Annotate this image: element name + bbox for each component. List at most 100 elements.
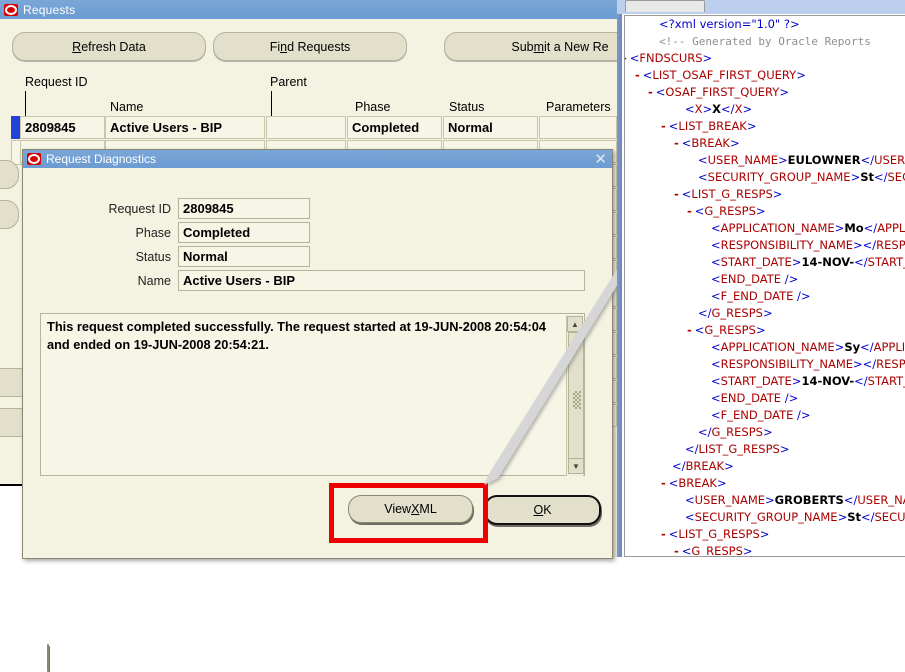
xml-text: < — [685, 493, 695, 507]
xml-tag-name: USER_NAME — [708, 153, 778, 167]
xml-line: </LIST_G_RESPS> — [625, 441, 905, 458]
status-label: Status — [51, 250, 171, 264]
xml-text: > — [838, 510, 848, 524]
cell-name[interactable]: Active Users - BIP — [105, 116, 265, 139]
collapse-toggle-icon[interactable]: - — [687, 204, 692, 218]
close-icon[interactable]: ✕ — [594, 151, 607, 167]
xml-text: /> — [781, 391, 798, 405]
xml-text: < — [630, 51, 640, 65]
form-bottom-edge — [0, 484, 22, 486]
xml-text: < — [669, 527, 679, 541]
collapse-toggle-icon[interactable]: - — [661, 476, 666, 490]
xml-text: > — [724, 459, 734, 473]
xml-tag-name: BREAK — [691, 136, 730, 150]
xml-value: Mo — [844, 221, 863, 235]
submit-label-post: it a New Re — [544, 40, 609, 54]
collapse-toggle-icon[interactable]: - — [624, 51, 627, 65]
xml-tag-name: APPLICATION_NAME — [721, 221, 835, 235]
xml-comment: <!-- Generated by Oracle Reports — [659, 35, 871, 48]
xml-text: > — [853, 238, 863, 252]
xml-text: </ — [698, 425, 712, 439]
collapse-toggle-icon[interactable]: - — [687, 323, 692, 337]
xml-text: > — [703, 51, 713, 65]
xml-tag-name: G_RESPS — [712, 306, 763, 320]
collapse-toggle-icon[interactable]: - — [648, 85, 653, 99]
collapse-toggle-icon[interactable]: - — [674, 544, 679, 557]
xml-value: 14-NOV- — [801, 374, 854, 388]
cell-parameters[interactable] — [539, 116, 617, 139]
xml-line: </G_RESPS> — [625, 305, 905, 322]
xml-line: <END_DATE /> — [625, 271, 905, 288]
browser-tab[interactable] — [625, 0, 705, 12]
requests-titlebar: Requests — [0, 0, 617, 19]
xml-text: > — [717, 476, 727, 490]
requests-window-title: Requests — [23, 3, 75, 17]
xml-text: </ — [698, 306, 712, 320]
xml-line: <?xml version="1.0" ?> — [625, 16, 905, 33]
xml-text: > — [835, 340, 845, 354]
refresh-data-button[interactable]: Refresh Data — [12, 32, 206, 61]
xml-text: < — [682, 544, 692, 557]
cell-status[interactable]: Normal — [443, 116, 538, 139]
xml-tag-name: RESPONSIBILITY_NAME — [876, 357, 905, 371]
submit-mnemonic: m — [534, 40, 544, 54]
oracle-logo-icon — [27, 153, 41, 165]
xml-text: < — [711, 272, 721, 286]
cell-phase[interactable]: Completed — [347, 116, 442, 139]
xml-text: < — [711, 340, 721, 354]
xml-tag-name: START_DATE — [721, 255, 792, 269]
xml-tag-name: SECURITY_GROUP_NAME — [875, 510, 905, 524]
xml-text: < — [695, 204, 705, 218]
xml-text: </ — [685, 442, 699, 456]
xml-tag-name: LIST_BREAK — [678, 119, 746, 133]
xml-value: St — [847, 510, 861, 524]
xml-line: -<LIST_G_RESPS> — [625, 526, 905, 543]
xml-text: < — [656, 85, 666, 99]
phase-field[interactable]: Completed — [178, 222, 310, 243]
xml-line: <SECURITY_GROUP_NAME>St</SECURITY_GROUP_… — [625, 509, 905, 526]
xml-line: -<G_RESPS> — [625, 543, 905, 557]
xml-line: -<BREAK> — [625, 475, 905, 492]
browser-toolbar — [617, 0, 905, 14]
xml-text: /> — [793, 408, 810, 422]
xml-tag-name: X — [695, 102, 703, 116]
find-requests-button[interactable]: Find Requests — [213, 32, 407, 61]
xml-text: </ — [864, 221, 878, 235]
xml-document-view[interactable]: <?xml version="1.0" ?> <!-- Generated by … — [624, 15, 905, 557]
xml-text: < — [711, 221, 721, 235]
row-selector[interactable] — [11, 116, 20, 139]
xml-text: < — [682, 136, 692, 150]
xml-value: GROBERTS — [775, 493, 844, 507]
xml-line: <APPLICATION_NAME>Mo</APPLICATION_NAME> — [625, 220, 905, 237]
xml-tag-name: RESPONSIBILITY_NAME — [721, 238, 853, 252]
xml-line: -<G_RESPS> — [625, 203, 905, 220]
cell-request-id[interactable]: 2809845 — [20, 116, 105, 139]
xml-value: EULOWNER — [788, 153, 861, 167]
xml-line: <USER_NAME>GROBERTS</USER_NAME> — [625, 492, 905, 509]
xml-text: > — [779, 85, 789, 99]
cell-parent[interactable] — [266, 116, 346, 139]
collapse-toggle-icon[interactable]: - — [674, 187, 679, 201]
xml-tag-name: OSAF_FIRST_QUERY — [665, 85, 779, 99]
xml-tag-name: USER_NAME — [695, 493, 765, 507]
xml-text: < — [698, 170, 708, 184]
xml-line: -<LIST_G_RESPS> — [625, 186, 905, 203]
xml-line: -<FNDSCURS> — [625, 50, 905, 67]
hidden-button-left-3[interactable] — [0, 160, 19, 189]
hidden-button-left-4[interactable] — [0, 200, 19, 229]
collapse-toggle-icon[interactable]: - — [635, 68, 640, 82]
request-id-field[interactable]: 2809845 — [178, 198, 310, 219]
xml-text: > — [773, 187, 783, 201]
xml-line: <USER_NAME>EULOWNER</USER_NAME> — [625, 152, 905, 169]
find-requests-label-pre: Fi — [270, 40, 280, 54]
collapse-toggle-icon[interactable]: - — [661, 119, 666, 133]
collapse-toggle-icon[interactable]: - — [674, 136, 679, 150]
xml-line: <F_END_DATE /> — [625, 407, 905, 424]
xml-text: > — [747, 119, 757, 133]
parent-tick — [271, 91, 272, 117]
xml-line: -<G_RESPS> — [625, 322, 905, 339]
collapse-toggle-icon[interactable]: - — [661, 527, 666, 541]
submit-new-request-button[interactable]: Submit a New Re — [444, 32, 617, 61]
xml-text: < — [711, 255, 721, 269]
status-field[interactable]: Normal — [178, 246, 310, 267]
